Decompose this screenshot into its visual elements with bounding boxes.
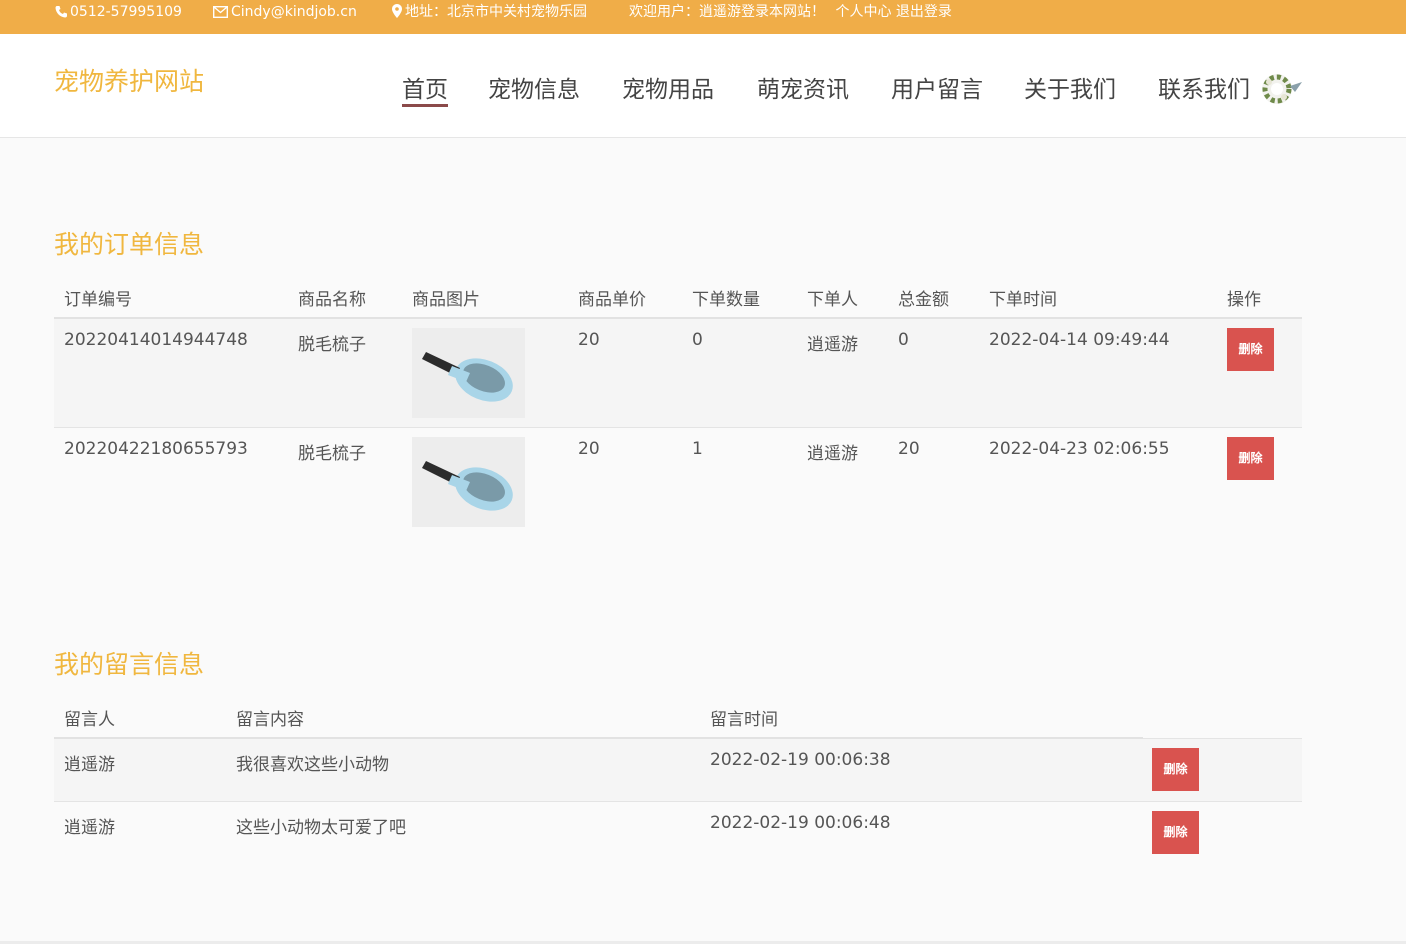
top-info-bar: 0512-57995109 Cindy@kindjob.cn 地址：北京市中关村…	[0, 0, 1406, 34]
col-product-image: 商品图片	[412, 290, 480, 310]
total-amount: 0	[898, 330, 909, 350]
orderer: 逍遥游	[807, 335, 858, 355]
message-time: 2022-02-19 00:06:48	[710, 813, 891, 833]
col-orderer: 下单人	[807, 290, 858, 310]
nav-contact-us[interactable]: 联系我们	[1158, 70, 1250, 104]
nav-user-messages[interactable]: 用户留言	[891, 70, 983, 104]
pet-brush-image[interactable]	[412, 437, 525, 527]
order-time: 2022-04-23 02:06:55	[989, 439, 1170, 459]
row-divider	[54, 801, 1302, 802]
delete-order-button[interactable]: 删除	[1227, 437, 1274, 480]
delete-message-button[interactable]: 删除	[1152, 748, 1199, 791]
message-content: 这些小动物太可爱了吧	[236, 818, 406, 838]
site-header: 宠物养护网站 首页 宠物信息 宠物用品 萌宠资讯 用户留言 关于我们 联系我们	[0, 34, 1406, 138]
row-divider	[54, 427, 1302, 428]
col-message-user: 留言人	[64, 710, 115, 730]
user-welcome: 欢迎用户：逍遥游登录本网站！ 个人中心 退出登录	[629, 0, 952, 24]
message-time: 2022-02-19 00:06:38	[710, 750, 891, 770]
order-id: 20220414014944748	[64, 330, 248, 350]
orders-title: 我的订单信息	[54, 230, 205, 259]
col-message-content: 留言内容	[236, 710, 304, 730]
orderer: 逍遥游	[807, 444, 858, 464]
order-id: 20220422180655793	[64, 439, 248, 459]
user-avatar[interactable]	[1257, 70, 1303, 108]
message-content: 我很喜欢这些小动物	[236, 755, 389, 775]
quantity: 1	[692, 439, 703, 459]
nav-pet-news[interactable]: 萌宠资讯	[757, 70, 849, 104]
col-action: 操作	[1227, 290, 1261, 310]
product-name: 脱毛梳子	[298, 335, 366, 355]
welcome-text: 欢迎用户：逍遥游登录本网站！	[629, 4, 825, 20]
message-user: 逍遥游	[64, 755, 115, 775]
nav-about-us[interactable]: 关于我们	[1024, 70, 1116, 104]
messages-title: 我的留言信息	[54, 650, 205, 679]
col-quantity: 下单数量	[692, 290, 760, 310]
col-order-time: 下单时间	[989, 290, 1057, 310]
nav-pet-supplies[interactable]: 宠物用品	[622, 70, 714, 104]
order-time: 2022-04-14 09:49:44	[989, 330, 1170, 350]
col-total: 总金额	[898, 290, 949, 310]
col-message-time: 留言时间	[710, 710, 778, 730]
nav-home[interactable]: 首页	[402, 70, 448, 107]
col-order-id: 订单编号	[64, 290, 132, 310]
address-text: 地址：北京市中关村宠物乐园	[405, 4, 587, 20]
unit-price: 20	[578, 330, 600, 350]
quantity: 0	[692, 330, 703, 350]
nav-pet-info[interactable]: 宠物信息	[488, 70, 580, 104]
product-name: 脱毛梳子	[298, 444, 366, 464]
col-unit-price: 商品单价	[578, 290, 646, 310]
phone-icon	[55, 6, 67, 18]
envelope-icon	[212, 5, 229, 19]
profile-link[interactable]: 个人中心	[835, 4, 891, 20]
total-amount: 20	[898, 439, 920, 459]
col-product-name: 商品名称	[298, 290, 366, 310]
logout-link[interactable]: 退出登录	[896, 4, 952, 20]
phone-info: 0512-57995109	[55, 0, 182, 24]
map-marker-icon	[392, 4, 402, 18]
unit-price: 20	[578, 439, 600, 459]
email-info: Cindy@kindjob.cn	[212, 0, 357, 24]
site-logo[interactable]: 宠物养护网站	[54, 62, 204, 98]
pet-brush-image[interactable]	[412, 328, 525, 418]
message-user: 逍遥游	[64, 818, 115, 838]
email-address: Cindy@kindjob.cn	[231, 4, 357, 20]
delete-order-button[interactable]: 删除	[1227, 328, 1274, 371]
address-info: 地址：北京市中关村宠物乐园	[392, 0, 587, 24]
delete-message-button[interactable]: 删除	[1152, 811, 1199, 854]
phone-number: 0512-57995109	[70, 4, 182, 20]
